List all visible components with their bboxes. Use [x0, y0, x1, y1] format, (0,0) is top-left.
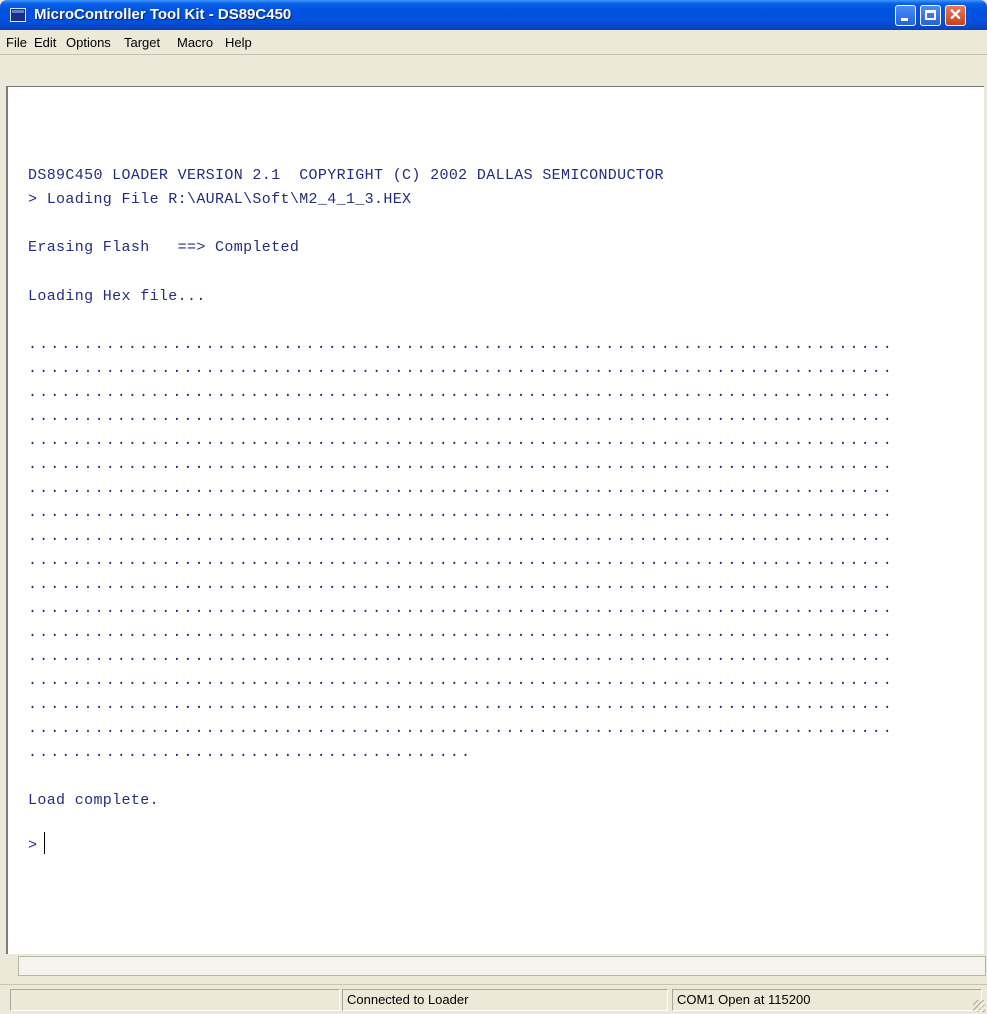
terminal-line: Load complete.	[28, 792, 159, 809]
terminal-line: > Loading File R:\AURAL\Soft\M2_4_1_3.HE…	[28, 191, 412, 208]
close-icon: ✕	[948, 7, 963, 24]
progress-dots: ........................................…	[28, 432, 894, 449]
resize-grip[interactable]	[973, 1000, 985, 1012]
menu-file[interactable]: File	[6, 35, 27, 50]
status-pane-1	[10, 989, 340, 1011]
progress-dots: ........................................…	[28, 408, 894, 425]
progress-dots: ........................................…	[28, 600, 894, 617]
progress-dots: ........................................…	[28, 552, 894, 569]
title-bar[interactable]: MicroController Tool Kit - DS89C450 ✕	[0, 0, 987, 30]
status-bar: Connected to Loader COM1 Open at 115200	[0, 984, 987, 1014]
progress-dots: ........................................…	[28, 624, 894, 641]
terminal-output[interactable]: DS89C450 LOADER VERSION 2.1 COPYRIGHT (C…	[6, 86, 984, 954]
status-port: COM1 Open at 115200	[672, 989, 982, 1011]
progress-dots: ........................................	[28, 744, 473, 761]
text-cursor	[44, 832, 45, 854]
maximize-icon	[925, 10, 936, 20]
progress-dots: ........................................…	[28, 576, 894, 593]
terminal-line: DS89C450 LOADER VERSION 2.1 COPYRIGHT (C…	[28, 167, 664, 184]
minimize-button[interactable]	[895, 5, 916, 26]
progress-dots: ........................................…	[28, 672, 894, 689]
close-button[interactable]: ✕	[945, 5, 966, 26]
progress-dots: ........................................…	[28, 456, 894, 473]
menu-options[interactable]: Options	[66, 35, 111, 50]
menu-bar: File Edit Options Target Macro Help	[0, 30, 987, 55]
progress-dots: ........................................…	[28, 720, 894, 737]
minimize-icon	[901, 18, 908, 21]
progress-dots: ........................................…	[28, 648, 894, 665]
terminal-line: Loading Hex file...	[28, 288, 206, 305]
window-title: MicroController Tool Kit - DS89C450	[34, 6, 292, 23]
status-connection: Connected to Loader	[342, 989, 668, 1011]
maximize-button[interactable]	[920, 5, 941, 26]
menu-macro[interactable]: Macro	[177, 35, 213, 50]
app-icon[interactable]	[10, 8, 26, 22]
progress-dots: ........................................…	[28, 336, 894, 353]
menu-edit[interactable]: Edit	[34, 35, 56, 50]
progress-dots: ........................................…	[28, 528, 894, 545]
menu-target[interactable]: Target	[124, 35, 160, 50]
progress-dots: ........................................…	[28, 480, 894, 497]
progress-dots: ........................................…	[28, 360, 894, 377]
terminal-line: Erasing Flash ==> Completed	[28, 239, 300, 256]
menu-help[interactable]: Help	[225, 35, 252, 50]
horizontal-scrollbar[interactable]	[18, 956, 986, 976]
progress-dots: ........................................…	[28, 504, 894, 521]
progress-dots: ........................................…	[28, 384, 894, 401]
progress-dots: ........................................…	[28, 696, 894, 713]
